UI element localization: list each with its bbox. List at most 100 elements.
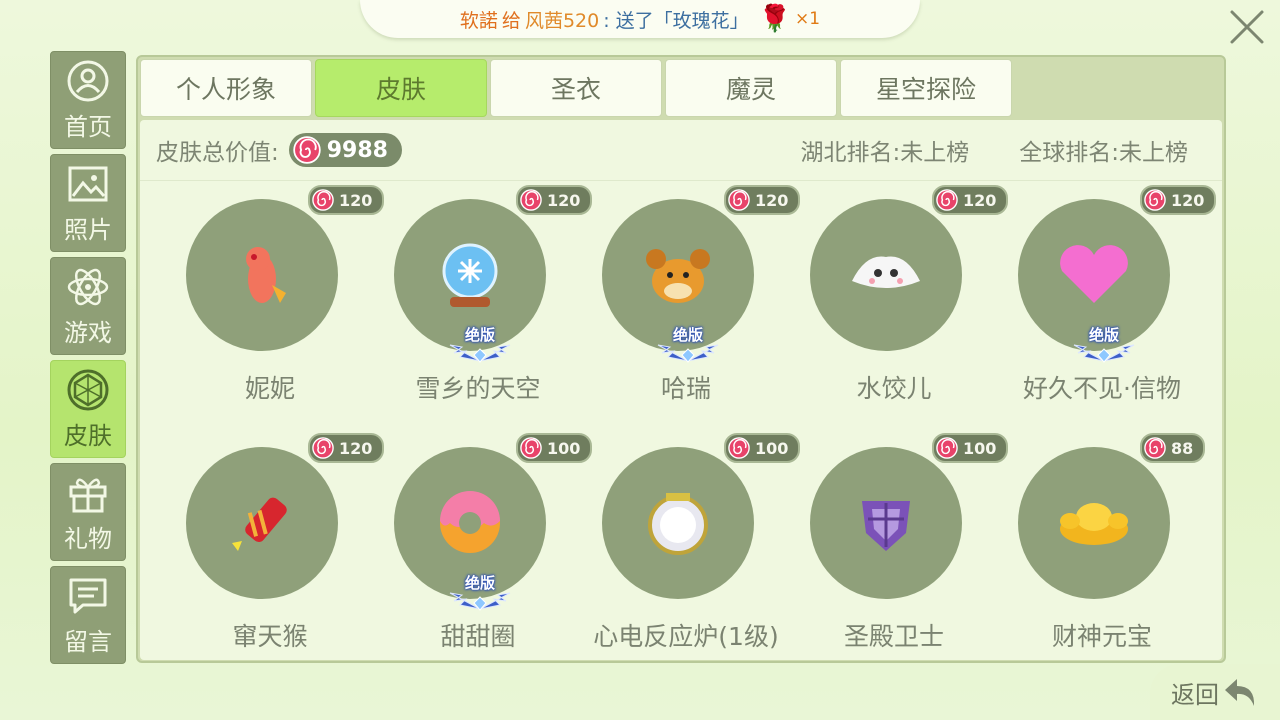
candy-icon bbox=[728, 437, 750, 459]
badge-label: 绝版 bbox=[464, 326, 495, 344]
skin-name: 窜天猴 bbox=[232, 622, 308, 651]
close-button[interactable] bbox=[1222, 4, 1272, 50]
skin-thumbnail[interactable] bbox=[186, 199, 338, 351]
gift-count: ×1 bbox=[795, 9, 821, 29]
candy-icon bbox=[1144, 437, 1166, 459]
tab-bar: 个人形象 皮肤 圣衣 魔灵 星空探险 bbox=[140, 59, 1012, 117]
firework-rocket-icon bbox=[232, 497, 287, 551]
skin-item[interactable]: 120 绝版好久不见·信物 bbox=[986, 181, 1217, 421]
limited-edition-badge: 绝版 bbox=[656, 327, 720, 363]
candy-icon bbox=[293, 136, 321, 164]
gift-action: : 送了「玫瑰花」 bbox=[603, 9, 749, 32]
nav-label: 礼物 bbox=[64, 524, 112, 553]
skin-item[interactable]: 100 心电反应炉(1级) bbox=[570, 429, 801, 669]
candy-icon bbox=[936, 437, 958, 459]
candy-icon bbox=[520, 189, 542, 211]
badge-label: 绝版 bbox=[1088, 326, 1119, 344]
nav-item-games[interactable]: 游戏 bbox=[50, 257, 126, 355]
snow-globe-icon bbox=[442, 243, 498, 307]
wings-icon bbox=[449, 344, 511, 363]
gold-ingot-icon bbox=[1060, 503, 1128, 545]
price-value: 88 bbox=[1171, 438, 1194, 458]
rank-global: 全球排名:未上榜 bbox=[1019, 140, 1188, 166]
sender-name: 软諾 bbox=[459, 9, 498, 32]
seahorse-icon bbox=[246, 247, 286, 303]
atom-icon bbox=[67, 268, 109, 305]
nav-item-messages[interactable]: 留言 bbox=[50, 566, 126, 664]
skin-item[interactable]: 120 水饺儿 bbox=[778, 181, 1009, 421]
skin-name: 甜甜圈 bbox=[440, 622, 516, 651]
limited-edition-badge: 绝版 bbox=[448, 327, 512, 363]
skin-item[interactable]: 88 财神元宝 bbox=[986, 429, 1206, 669]
badge-label: 绝版 bbox=[672, 326, 703, 344]
heart-icon bbox=[1060, 245, 1128, 303]
wings-icon bbox=[657, 344, 719, 363]
nav-item-home[interactable]: 首页 bbox=[50, 51, 126, 149]
tab-profile[interactable]: 个人形象 bbox=[140, 59, 312, 117]
skin-name: 圣殿卫士 bbox=[843, 622, 944, 651]
skins-stats-bar: 皮肤总价值: 9988 湖北排名:未上榜 全球排名:未上榜 bbox=[140, 120, 1222, 181]
nav-item-photos[interactable]: 照片 bbox=[50, 154, 126, 252]
skins-panel: 个人形象 皮肤 圣衣 魔灵 星空探险 皮肤总价值: 9988 湖北排名:未上榜 … bbox=[136, 55, 1226, 663]
nav-label: 游戏 bbox=[64, 318, 112, 347]
skin-item[interactable]: 120 绝版 雪乡的天空 bbox=[362, 181, 593, 421]
skin-name: 哈瑞 bbox=[660, 374, 711, 403]
candy-icon bbox=[1144, 189, 1166, 211]
skin-item[interactable]: 120 绝版 哈瑞 bbox=[570, 181, 801, 421]
receiver-name: 风茜520 bbox=[524, 9, 600, 32]
skin-thumbnail[interactable] bbox=[810, 447, 962, 599]
wings-icon bbox=[1073, 344, 1135, 363]
sidebar-nav: 首页 照片 游戏 皮肤 礼物 留言 bbox=[50, 51, 128, 669]
tab-holy-cloth[interactable]: 圣衣 bbox=[490, 59, 662, 117]
price-value: 120 bbox=[1171, 190, 1205, 210]
price-badge: 120 bbox=[1140, 185, 1217, 215]
skin-item[interactable]: 100 绝版 甜甜圈 bbox=[362, 429, 593, 669]
shield-guard-icon bbox=[862, 501, 910, 551]
candy-icon bbox=[520, 437, 542, 459]
tab-star-expedition[interactable]: 星空探险 bbox=[840, 59, 1012, 117]
total-value: 9988 bbox=[326, 137, 388, 163]
gift-announcement-banner: 软諾 给 风茜520 : 送了「玫瑰花」 🌹 ×1 bbox=[360, 0, 920, 38]
message-icon bbox=[69, 578, 107, 613]
skin-name: 雪乡的天空 bbox=[415, 374, 541, 403]
nav-label: 首页 bbox=[64, 112, 112, 141]
skin-name: 水饺儿 bbox=[856, 374, 932, 403]
skin-thumbnail[interactable] bbox=[602, 447, 754, 599]
skin-name: 妮妮 bbox=[244, 374, 295, 403]
donut-icon bbox=[440, 491, 500, 553]
price-badge: 88 bbox=[1140, 433, 1206, 463]
skin-thumbnail[interactable] bbox=[810, 199, 962, 351]
skin-thumbnail[interactable] bbox=[1018, 447, 1170, 599]
gift-icon bbox=[69, 478, 107, 512]
person-icon bbox=[67, 60, 109, 101]
skins-grid: 120 妮妮 120 绝版 雪乡的天空 120 绝版 哈瑞 120 水饺儿 120 绝版 好久不见·信物… bbox=[140, 181, 1222, 659]
candy-icon bbox=[936, 189, 958, 211]
nav-label: 皮肤 bbox=[64, 421, 112, 450]
nav-item-skins[interactable]: 皮肤 bbox=[50, 360, 126, 458]
skin-item[interactable]: 100 圣殿卫士 bbox=[778, 429, 1009, 669]
total-value-label: 皮肤总价值: bbox=[156, 140, 279, 166]
candy-icon bbox=[728, 189, 750, 211]
tab-demon-spirit[interactable]: 魔灵 bbox=[665, 59, 837, 117]
gem-icon bbox=[67, 369, 109, 410]
skin-name: 好久不见·信物 bbox=[1023, 374, 1181, 403]
limited-edition-badge: 绝版 bbox=[448, 575, 512, 611]
back-arrow-icon bbox=[1225, 679, 1255, 706]
reactor-icon bbox=[648, 493, 708, 555]
badge-label: 绝版 bbox=[464, 574, 495, 592]
photo-icon bbox=[68, 166, 108, 201]
skin-name: 财神元宝 bbox=[1051, 622, 1152, 651]
skin-item[interactable]: 120 妮妮 bbox=[154, 181, 385, 421]
wings-icon bbox=[449, 592, 511, 611]
nav-item-gifts[interactable]: 礼物 bbox=[50, 463, 126, 561]
skin-item[interactable]: 120 窜天猴 bbox=[154, 429, 385, 669]
rank-hubei: 湖北排名:未上榜 bbox=[800, 140, 970, 166]
tab-skins[interactable]: 皮肤 bbox=[315, 59, 487, 117]
give-word: 给 bbox=[501, 9, 521, 32]
rose-icon: 🌹 bbox=[758, 4, 792, 34]
skins-content: 皮肤总价值: 9988 湖北排名:未上榜 全球排名:未上榜 120 妮妮 120 绝版… bbox=[140, 120, 1222, 660]
back-button[interactable]: 返回 bbox=[1150, 664, 1280, 720]
limited-edition-badge: 绝版 bbox=[1072, 327, 1136, 363]
skin-thumbnail[interactable] bbox=[186, 447, 338, 599]
total-value-pill: 9988 bbox=[288, 133, 402, 167]
